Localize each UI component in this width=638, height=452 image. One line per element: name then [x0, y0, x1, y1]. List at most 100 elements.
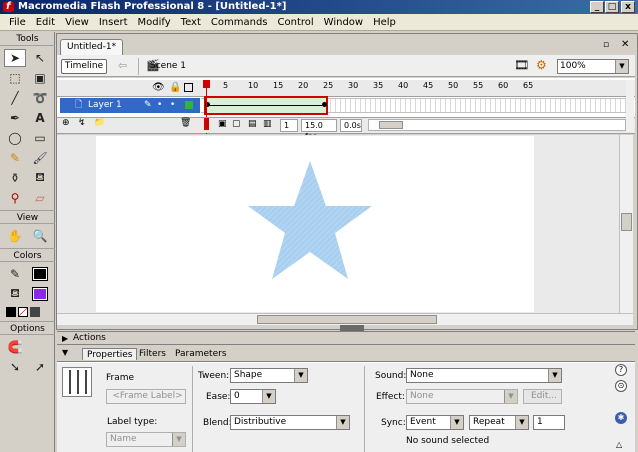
close-button[interactable]: x	[621, 1, 635, 13]
help-icon[interactable]: ?	[615, 364, 627, 376]
sound-select[interactable]: None ▼	[406, 368, 562, 383]
options-icon[interactable]: ⊙	[615, 380, 627, 392]
timeline-hscroll[interactable]	[368, 119, 626, 131]
line-tool-icon[interactable]: ╱	[4, 89, 26, 107]
eyedropper-tool-icon[interactable]: ⚲	[4, 189, 26, 207]
straighten-icon[interactable]: ➚	[29, 358, 51, 376]
maximize-button[interactable]: □	[605, 1, 619, 13]
onion-skin-icon[interactable]: ▣	[218, 119, 227, 129]
shape-tween-span[interactable]	[204, 96, 328, 115]
doc-close-icon[interactable]: ✕	[621, 39, 629, 50]
hand-tool-icon[interactable]: ✋	[4, 227, 26, 245]
lock-dot-icon[interactable]: •	[170, 98, 175, 113]
pen-tool-icon[interactable]: ✒	[4, 109, 26, 127]
stage-vscroll[interactable]	[619, 135, 633, 313]
delete-layer-icon[interactable]: 🗑	[180, 118, 191, 128]
blend-select[interactable]: Distributive ▼	[230, 415, 350, 430]
edit-scene-icon[interactable]: 🎞	[514, 58, 529, 72]
outline-icon[interactable]	[184, 83, 193, 92]
smooth-icon[interactable]: ➘	[4, 358, 26, 376]
doc-restore-icon[interactable]: ▫	[603, 40, 609, 50]
edit-effect-button[interactable]: Edit...	[523, 389, 562, 404]
end-keyframe[interactable]	[322, 102, 327, 107]
menu-file[interactable]: File	[4, 17, 31, 28]
visible-dot-icon[interactable]: •	[157, 98, 162, 113]
timeline-vscroll[interactable]	[626, 80, 634, 132]
selection-tool-icon[interactable]: ➤	[4, 49, 26, 67]
menu-control[interactable]: Control	[273, 17, 319, 28]
stage-vscroll-thumb[interactable]	[621, 213, 632, 231]
menu-help[interactable]: Help	[368, 17, 401, 28]
paint-bucket-tool-icon[interactable]: ⛾	[29, 169, 51, 187]
text-tool-icon[interactable]: A	[29, 109, 51, 127]
star-shape[interactable]	[248, 161, 372, 279]
menu-insert[interactable]: Insert	[94, 17, 133, 28]
menu-window[interactable]: Window	[319, 17, 368, 28]
back-arrow-icon[interactable]: ⇦	[118, 59, 127, 72]
eraser-tool-icon[interactable]: ▱	[29, 189, 51, 207]
tab-properties[interactable]: Properties	[82, 348, 138, 360]
accessibility-icon[interactable]: ✱	[615, 412, 627, 424]
rectangle-tool-icon[interactable]: ▭	[29, 129, 51, 147]
layer-row[interactable]: 🗋 Layer 1 ✎ • •	[60, 98, 200, 113]
sync-select[interactable]: Event ▼	[406, 415, 464, 430]
minimize-button[interactable]: _	[590, 1, 604, 13]
center-frame-icon[interactable]	[204, 118, 209, 130]
eye-icon[interactable]: 👁	[152, 82, 165, 93]
menu-text[interactable]: Text	[176, 17, 206, 28]
menu-commands[interactable]: Commands	[206, 17, 273, 28]
tween-select[interactable]: Shape ▼	[230, 368, 308, 383]
fill-color-swatch[interactable]	[29, 285, 51, 303]
ease-input[interactable]: 0 ▼	[230, 389, 276, 404]
repeat-select[interactable]: Repeat ▼	[469, 415, 529, 430]
ink-bottle-tool-icon[interactable]: ⚱	[4, 169, 26, 187]
timeline-scroll-thumb[interactable]	[379, 121, 403, 129]
subselection-tool-icon[interactable]: ↖	[29, 49, 51, 67]
menu-modify[interactable]: Modify	[133, 17, 176, 28]
edit-multiple-frames-icon[interactable]: ▤	[248, 119, 257, 129]
tab-parameters[interactable]: Parameters	[171, 348, 231, 360]
zoom-tool-icon[interactable]: 🔍	[29, 227, 51, 245]
modify-onion-markers-icon[interactable]: ▥	[263, 119, 272, 129]
snap-magnet-icon[interactable]: 🧲	[4, 338, 26, 356]
swap-colors-icon[interactable]	[30, 307, 40, 317]
layer-outline-color-icon[interactable]	[185, 101, 193, 109]
stage-hscroll[interactable]	[57, 313, 633, 325]
effect-select[interactable]: None ▼	[406, 389, 518, 404]
menu-edit[interactable]: Edit	[31, 17, 60, 28]
pencil-tool-icon[interactable]: ✎	[4, 149, 26, 167]
edit-bar	[57, 55, 635, 77]
onion-outlines-icon[interactable]: ▢	[232, 119, 241, 129]
brush-tool-icon[interactable]: 🖌	[29, 149, 51, 167]
free-transform-tool-icon[interactable]: ⬚	[4, 69, 26, 87]
tab-filters[interactable]: Filters	[135, 348, 170, 360]
blend-label: Blend:	[203, 418, 232, 428]
insert-folder-icon[interactable]: 📁	[94, 118, 105, 128]
no-color-icon[interactable]	[18, 307, 28, 317]
stage-hscroll-thumb[interactable]	[257, 315, 437, 324]
label-type-select[interactable]: Name ▼	[106, 432, 186, 447]
lasso-tool-icon[interactable]: ➰	[29, 89, 51, 107]
add-motion-guide-icon[interactable]: ↯	[78, 118, 86, 128]
stage[interactable]	[96, 136, 534, 312]
menu-view[interactable]: View	[60, 17, 94, 28]
document-tab[interactable]: Untitled-1*	[60, 39, 124, 55]
stroke-color-swatch[interactable]	[29, 265, 51, 283]
frame-label-input[interactable]: <Frame Label>	[106, 389, 186, 404]
fill-transform-tool-icon[interactable]: ▣	[29, 69, 51, 87]
zoom-select[interactable]: 100% ▼	[557, 59, 629, 74]
expand-panel-icon[interactable]: △	[616, 440, 622, 449]
black-white-icon[interactable]	[6, 307, 16, 317]
repeat-count-input[interactable]: 1	[533, 415, 565, 430]
insert-layer-icon[interactable]: ⊕	[62, 118, 70, 128]
playhead-marker[interactable]	[203, 80, 210, 88]
ruler-tick-label: 45	[423, 81, 434, 90]
oval-tool-icon[interactable]: ◯	[4, 129, 26, 147]
timeline-toggle-button[interactable]: Timeline	[61, 59, 107, 74]
lock-icon[interactable]: 🔒	[169, 82, 181, 93]
repeat-value: Repeat	[473, 417, 505, 427]
frame-rate[interactable]: 15.0 fps	[301, 119, 337, 141]
layer-name[interactable]: Layer 1	[88, 98, 122, 113]
actions-panel-header[interactable]: ▶ Actions	[57, 331, 635, 345]
edit-symbols-icon[interactable]: ⚙	[536, 58, 547, 72]
